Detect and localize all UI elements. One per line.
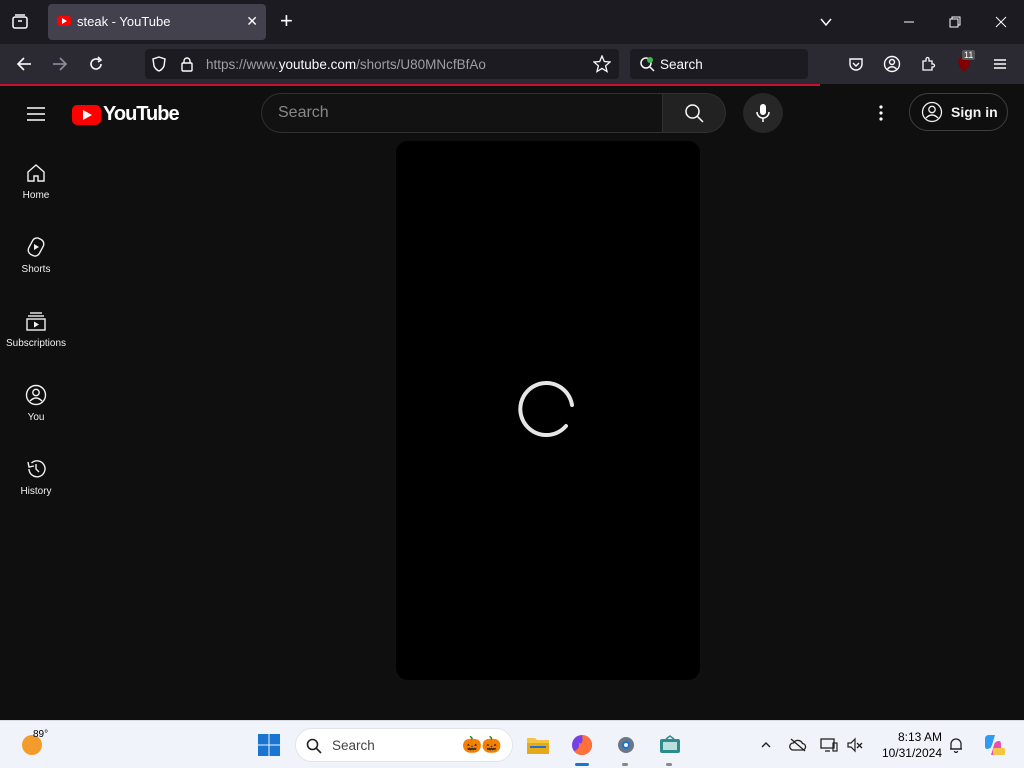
minimize-button[interactable] (897, 10, 921, 34)
history-icon (27, 460, 46, 478)
search-icon (685, 104, 704, 123)
shorts-video-player[interactable] (396, 141, 700, 680)
tab-title: steak - YouTube (77, 14, 171, 29)
clock-date: 10/31/2024 (881, 746, 942, 760)
sidebar-item-label: You (27, 412, 45, 423)
start-windows-icon[interactable] (253, 729, 285, 761)
loading-spinner-icon (518, 381, 574, 437)
volume-muted-icon[interactable] (845, 735, 865, 755)
onedrive-icon[interactable] (788, 735, 808, 755)
display-icon[interactable] (819, 735, 839, 755)
new-tab-button[interactable]: + (280, 9, 293, 33)
url-path: /shorts/U80MNcfBfAo (356, 57, 486, 72)
youtube-search-button[interactable] (662, 93, 726, 133)
youtube-page: YouTube Search Sign in Home Shorts Subsc… (0, 86, 1024, 720)
browser-search-label: Search (660, 57, 703, 72)
settings-running-indicator (622, 763, 628, 766)
lock-icon[interactable] (180, 56, 194, 77)
notification-bell-icon[interactable] (946, 735, 966, 755)
browser-navbar: https://www.youtube.com/shorts/U80MNcfBf… (0, 44, 1024, 84)
back-arrow-icon[interactable] (12, 52, 36, 76)
extension-badge: 11 (962, 50, 976, 60)
sign-in-label: Sign in (951, 104, 998, 120)
extensions-puzzle-icon[interactable] (916, 52, 940, 76)
sidebar-item-label: History (20, 486, 52, 497)
more-options-icon[interactable] (869, 101, 893, 125)
firefox-running-indicator (575, 763, 589, 766)
clock-time: 8:13 AM (897, 730, 942, 744)
firefox-icon[interactable] (566, 729, 598, 761)
taskbar-search-label: Search (332, 738, 375, 753)
restore-button[interactable] (943, 10, 967, 34)
youtube-search-input[interactable]: Search (261, 93, 663, 133)
url-bar[interactable]: https://www.youtube.com/shorts/U80MNcfBf… (145, 49, 619, 79)
copilot-icon[interactable] (981, 733, 1005, 757)
browser-tab-active[interactable]: steak - YouTube ✕ (48, 4, 266, 40)
app-running-indicator (666, 763, 672, 766)
youtube-logo[interactable]: YouTube (72, 103, 180, 126)
chevron-up-icon[interactable] (756, 735, 776, 755)
url-prefix: https://www. (206, 57, 279, 72)
app-window-icon[interactable] (654, 729, 686, 761)
sidebar-item-label: Home (22, 190, 50, 201)
tab-close-icon[interactable]: ✕ (246, 13, 258, 30)
shield-icon[interactable] (151, 56, 167, 77)
close-window-button[interactable] (989, 10, 1013, 34)
url-text: https://www.youtube.com/shorts/U80MNcfBf… (206, 57, 486, 72)
search-engine-icon (639, 56, 655, 77)
shorts-icon (27, 237, 45, 257)
user-circle-icon (921, 101, 943, 123)
sign-in-button[interactable]: Sign in (909, 93, 1008, 131)
halloween-pumpkin-icon: 🎃🎃 (462, 737, 502, 754)
browser-search-bar[interactable]: Search (630, 49, 808, 79)
list-all-tabs-icon[interactable] (8, 10, 32, 34)
sidebar-item-you[interactable]: You (0, 372, 72, 446)
bookmark-star-icon[interactable] (592, 54, 612, 78)
you-icon (25, 384, 47, 406)
subscriptions-icon (26, 312, 46, 331)
chevron-down-icon[interactable] (814, 10, 838, 34)
reload-icon[interactable] (84, 52, 108, 76)
sidebar-item-shorts[interactable]: Shorts (0, 224, 72, 298)
pocket-icon[interactable] (844, 52, 868, 76)
account-icon[interactable] (880, 52, 904, 76)
guide-menu-icon[interactable] (24, 102, 48, 126)
weather-temperature: 89° (33, 729, 49, 740)
youtube-search-placeholder: Search (278, 104, 329, 121)
forward-arrow-icon[interactable] (48, 52, 72, 76)
youtube-favicon (57, 16, 71, 26)
youtube-wordmark: YouTube (103, 103, 180, 125)
taskbar-search-box[interactable]: Search 🎃🎃 (295, 728, 513, 762)
sidebar-item-history[interactable]: History (0, 446, 72, 520)
voice-search-button[interactable] (743, 93, 783, 133)
sidebar-item-home[interactable]: Home (0, 150, 72, 224)
search-icon (306, 738, 322, 754)
file-explorer-icon[interactable] (522, 729, 554, 761)
youtube-play-icon (72, 104, 101, 125)
sidebar-item-subscriptions[interactable]: Subscriptions (0, 298, 72, 372)
hamburger-menu-icon[interactable] (988, 52, 1012, 76)
sidebar-item-label: Subscriptions (5, 338, 67, 349)
ublock-extension-icon[interactable]: 11 (952, 50, 976, 76)
home-icon (27, 164, 45, 182)
windows-taskbar: 89° Search 🎃🎃 8:13 AM 10/31/2024 (0, 720, 1024, 768)
microphone-icon (756, 104, 770, 122)
browser-tab-strip: steak - YouTube ✕ + (0, 0, 1024, 44)
taskbar-clock[interactable]: 8:13 AM 10/31/2024 (876, 729, 942, 761)
sidebar-item-label: Shorts (21, 264, 51, 275)
settings-gear-icon[interactable] (610, 729, 642, 761)
url-domain: youtube.com (278, 57, 357, 72)
